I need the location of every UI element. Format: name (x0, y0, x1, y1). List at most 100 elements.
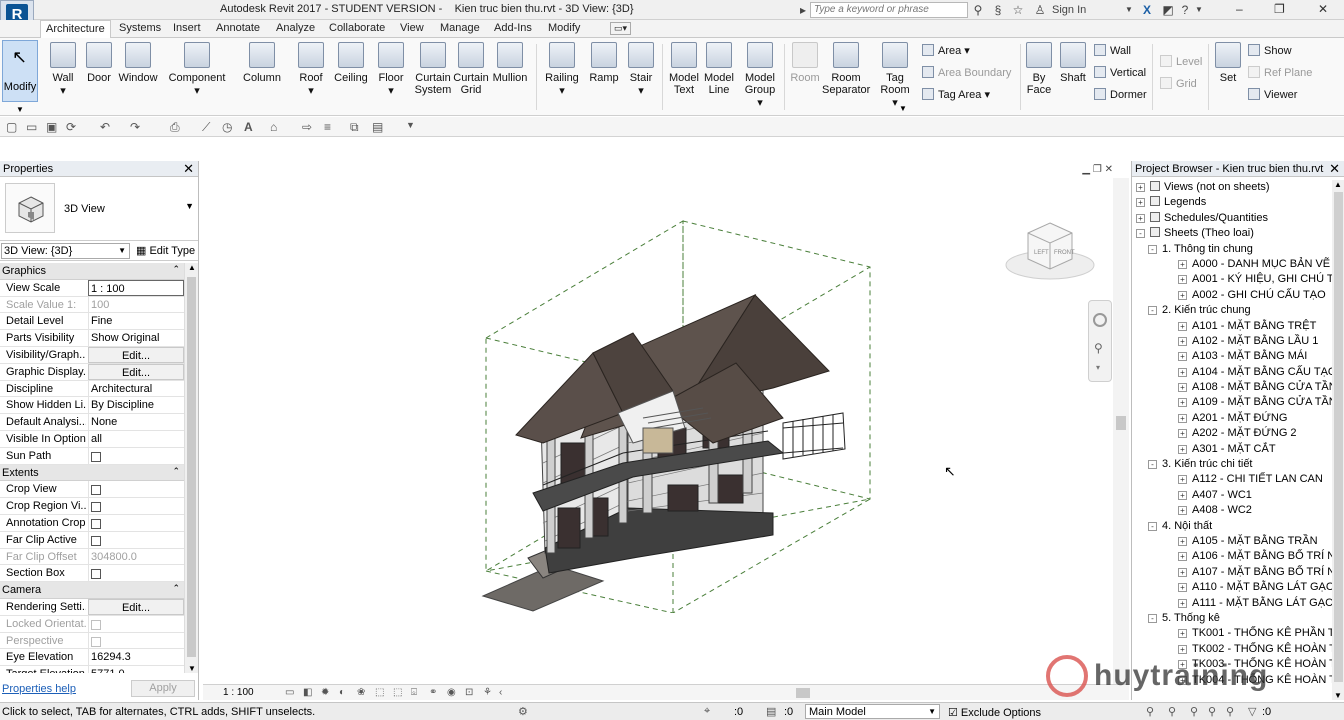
open-icon[interactable]: ▭ (26, 120, 37, 134)
properties-scrollbar[interactable]: ▲ ▼ (184, 263, 198, 673)
checkbox[interactable] (91, 451, 101, 462)
browser-tree-item[interactable]: + A107 - MẶT BẰNG BỐ TRÍ NỘI THẤT (1132, 565, 1332, 580)
tab-analyze[interactable]: Analyze (276, 22, 315, 34)
column-button[interactable]: Column (240, 42, 284, 84)
ramp-button[interactable]: Ramp (588, 42, 620, 84)
browser-tree-item[interactable]: + A110 - MẶT BẰNG LÁT GẠCH TẦNG (1132, 580, 1332, 595)
browser-tree-item[interactable]: + A201 - MẶT ĐỨNG (1132, 411, 1332, 426)
switch-windows-icon[interactable]: ▤ (372, 120, 383, 134)
property-value[interactable] (88, 447, 184, 464)
scrollbar-thumb[interactable] (1334, 192, 1343, 682)
tab-add-ins[interactable]: Add-Ins (494, 22, 532, 34)
scroll-left-icon[interactable]: ‹ (499, 687, 502, 698)
scroll-up-icon[interactable]: ▲ (1334, 180, 1342, 189)
curtain-grid-button[interactable]: Curtain Grid (452, 42, 490, 96)
tab-architecture[interactable]: Architecture (40, 20, 111, 39)
edit-type-button[interactable]: ▦ Edit Type (136, 244, 195, 257)
drag-elements-icon[interactable]: ⚲ (1226, 705, 1234, 718)
3d-building-model[interactable] (473, 213, 883, 613)
vertical-opening-button[interactable]: Vertical (1094, 66, 1146, 79)
subscription-icon[interactable]: § (991, 2, 1005, 18)
property-group-header[interactable]: Graphics ⌃ (0, 263, 184, 280)
property-value[interactable]: Edit... (88, 598, 184, 615)
show-crop-icon[interactable]: ⬚ (393, 687, 402, 698)
show-analytical-model-icon[interactable]: ⚘ (483, 687, 492, 698)
section-icon[interactable]: ⇨ (302, 120, 312, 134)
room-area-panel-dropdown-icon[interactable]: ▼ (899, 104, 907, 113)
tab-insert[interactable]: Insert (173, 22, 201, 34)
restore-view-icon[interactable]: ❐ (1093, 164, 1105, 175)
property-value[interactable] (88, 531, 184, 548)
wall-opening-button[interactable]: Wall (1094, 44, 1131, 57)
sync-icon[interactable]: ⟳ (66, 120, 76, 134)
property-value[interactable]: Fine (88, 313, 184, 330)
tab-manage[interactable]: Manage (440, 22, 480, 34)
expand-toggle-icon[interactable]: + (1136, 198, 1145, 208)
browser-tree-item[interactable]: + A103 - MẶT BẰNG MÁI (1132, 349, 1332, 364)
tab-collaborate[interactable]: Collaborate (329, 22, 385, 34)
apply-button[interactable]: Apply (131, 680, 195, 697)
temporary-hide-icon[interactable]: ⚭ (429, 687, 437, 698)
expand-toggle-icon[interactable]: + (1178, 567, 1187, 577)
view-scale[interactable]: 1 : 100 (223, 687, 254, 698)
steering-wheel-icon[interactable] (1093, 313, 1107, 327)
browser-tree-item[interactable]: + A000 - DANH MỤC BẢN VẼ (1132, 257, 1332, 272)
door-button[interactable]: Door (85, 42, 113, 84)
browser-tree-item[interactable]: + Views (not on sheets) (1132, 180, 1332, 195)
mullion-button[interactable]: Mullion (491, 42, 529, 84)
browser-tree-item[interactable]: -4. Nội thất (1132, 519, 1332, 534)
checkbox[interactable] (91, 535, 101, 546)
instance-selector[interactable]: 3D View: {3D} ▼ (1, 243, 130, 259)
collapse-icon[interactable]: ⌃ (172, 583, 180, 594)
design-options-icon[interactable]: ▤ (766, 705, 776, 718)
scrollbar-thumb[interactable] (1116, 416, 1126, 430)
wall-button[interactable]: Wall ▾ (49, 42, 77, 97)
expand-toggle-icon[interactable]: + (1178, 475, 1187, 485)
viewcube-left-label[interactable]: LEFT (1034, 250, 1049, 256)
viewcube-front-label[interactable]: FRONT (1054, 250, 1075, 256)
close-window-button[interactable]: ✕ (1318, 2, 1328, 16)
tab-overflow-icon[interactable]: ▭▾ (610, 22, 632, 35)
sign-in-button[interactable]: Sign In (1052, 2, 1112, 18)
favorites-star-icon[interactable]: ☆ (1011, 2, 1025, 18)
ref-plane-button[interactable]: Ref Plane (1248, 66, 1312, 79)
by-face-button[interactable]: By Face (1025, 42, 1053, 96)
worksets-icon[interactable]: ⚙ (518, 705, 528, 718)
property-value[interactable]: Show Original (88, 330, 184, 346)
binoculars-icon[interactable]: ⚲ (971, 2, 985, 18)
browser-tree-item[interactable]: + A108 - MẶT BẰNG CỬA TẦNG 1 (1132, 380, 1332, 395)
browser-tree-item[interactable]: + A408 - WC2 (1132, 503, 1332, 518)
browser-scrollbar[interactable]: ▲ ▼ (1332, 180, 1344, 700)
browser-tree-item[interactable]: + A301 - MẶT CẮT (1132, 442, 1332, 457)
close-hidden-windows-icon[interactable]: ⧉ (350, 120, 359, 135)
browser-tree-item[interactable]: + Schedules/Quantities (1132, 211, 1332, 226)
collapse-icon[interactable]: ⌃ (172, 264, 180, 275)
browser-tree-item[interactable]: + A109 - MẶT BẰNG CỬA TẦNG 2 (1132, 395, 1332, 410)
expand-toggle-icon[interactable]: + (1178, 444, 1187, 454)
select-links-icon[interactable]: ⚲ (1146, 705, 1154, 718)
exchange-apps-icon[interactable]: X (1140, 2, 1154, 18)
scroll-up-icon[interactable]: ▲ (188, 263, 196, 272)
property-value[interactable]: 5771.0 (88, 666, 184, 673)
user-icon[interactable]: ♙ (1033, 2, 1047, 18)
browser-tree-item[interactable]: + A105 - MẶT BẰNG TRẦN (1132, 534, 1332, 549)
expand-toggle-icon[interactable]: + (1136, 213, 1145, 223)
expand-toggle-icon[interactable]: - (1148, 613, 1157, 623)
expand-toggle-icon[interactable]: + (1178, 629, 1187, 639)
communication-icon[interactable]: ◩ (1162, 2, 1174, 18)
expand-toggle-icon[interactable]: + (1136, 183, 1145, 192)
show-workplane-button[interactable]: Show (1248, 44, 1292, 57)
browser-tree-item[interactable]: -1. Thông tin chung (1132, 242, 1332, 257)
expand-toggle-icon[interactable]: + (1178, 352, 1187, 362)
unlocked-3d-view-icon[interactable]: ⌺ (411, 687, 417, 698)
save-icon[interactable]: ▣ (46, 120, 57, 134)
editable-only-icon[interactable]: ⌖ (704, 705, 710, 718)
close-icon[interactable]: ✕ (183, 161, 194, 177)
properties-help-link[interactable]: Properties help (2, 683, 76, 695)
menu-arrow-icon[interactable]: ▸ (797, 2, 809, 18)
expand-toggle-icon[interactable]: + (1178, 552, 1187, 562)
crop-view-icon[interactable]: ⬚ (375, 687, 384, 698)
property-value[interactable]: By Discipline (88, 397, 184, 414)
expand-toggle-icon[interactable]: - (1148, 521, 1157, 531)
tab-systems[interactable]: Systems (119, 22, 161, 34)
